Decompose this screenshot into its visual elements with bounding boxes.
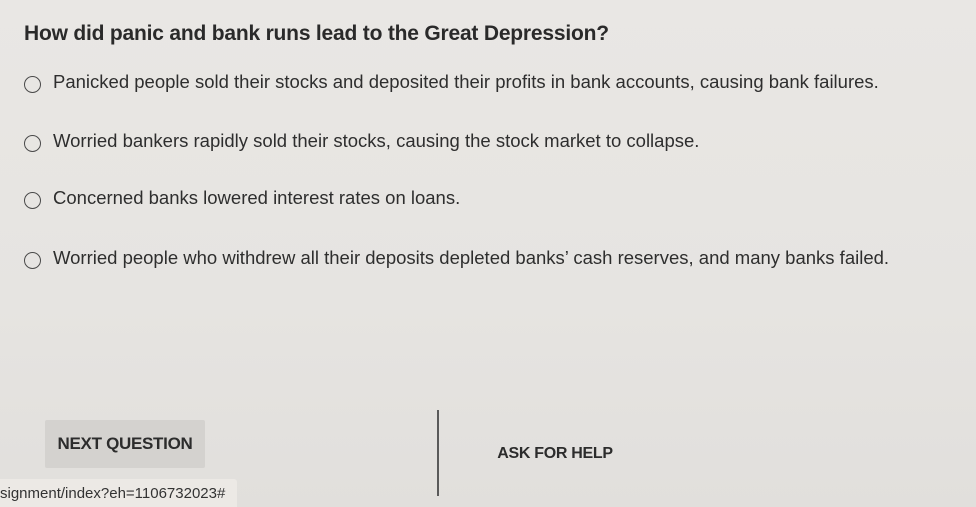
question-text: How did panic and bank runs lead to the … xyxy=(24,22,609,45)
answer-option-4[interactable]: Worried people who withdrew all their de… xyxy=(24,246,889,269)
next-question-button[interactable]: NEXT QUESTION xyxy=(45,420,205,468)
answer-option-label: Concerned banks lowered interest rates o… xyxy=(53,186,461,208)
radio-button[interactable] xyxy=(24,252,41,269)
action-divider xyxy=(437,410,439,496)
answer-option-label: Worried bankers rapidly sold their stock… xyxy=(53,129,700,151)
answer-option-label: Worried people who withdrew all their de… xyxy=(53,246,890,268)
ask-for-help-button[interactable]: ASK FOR HELP xyxy=(490,436,620,472)
answer-option-3[interactable]: Concerned banks lowered interest rates o… xyxy=(24,186,460,209)
answer-option-1[interactable]: Panicked people sold their stocks and de… xyxy=(24,70,879,93)
status-bar-url: signment/index?eh=1106732023# xyxy=(0,479,238,507)
radio-button[interactable] xyxy=(24,135,41,152)
radio-button[interactable] xyxy=(24,192,41,209)
answer-option-label: Panicked people sold their stocks and de… xyxy=(53,70,879,92)
radio-button[interactable] xyxy=(24,76,41,93)
answer-option-2[interactable]: Worried bankers rapidly sold their stock… xyxy=(24,129,699,152)
